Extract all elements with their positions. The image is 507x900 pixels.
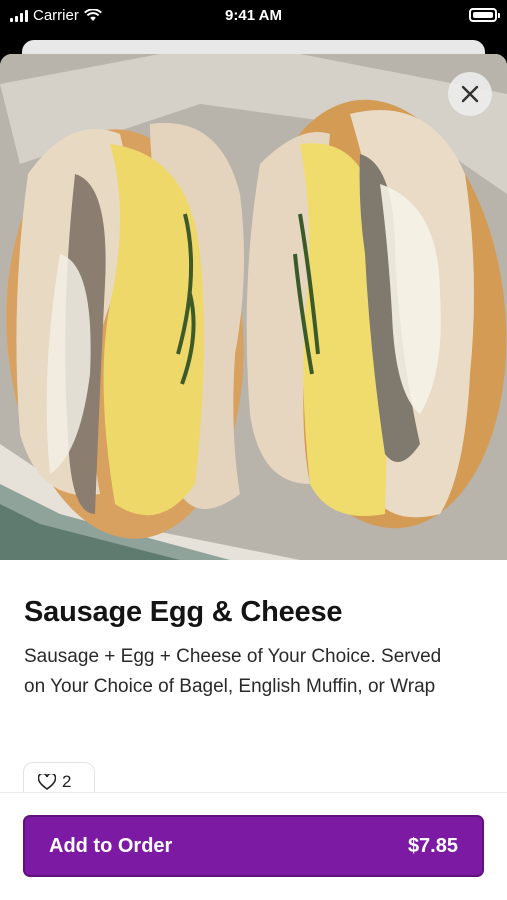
status-bar: Carrier 9:41 AM <box>0 0 507 34</box>
heart-icon <box>38 774 56 790</box>
item-photo <box>0 54 507 560</box>
battery-icon <box>469 8 500 22</box>
close-icon <box>461 85 479 103</box>
order-price: $7.85 <box>407 834 458 857</box>
add-to-order-label: Add to Order <box>49 834 173 857</box>
item-title: Sausage Egg & Cheese <box>24 596 343 628</box>
sandwich-photo-illustration <box>0 54 507 560</box>
like-count: 2 <box>62 772 72 791</box>
close-button[interactable] <box>448 72 492 116</box>
item-description: Sausage + Egg + Cheese of Your Choice. S… <box>24 646 442 697</box>
item-detail-sheet: Sausage Egg & Cheese Sausage + Egg + Che… <box>0 54 507 900</box>
status-time: 9:41 AM <box>225 7 282 24</box>
order-footer: Add to Order $7.85 <box>0 792 507 900</box>
add-to-order-button[interactable]: Add to Order $7.85 <box>23 815 484 877</box>
item-details: Sausage Egg & Cheese Sausage + Egg + Che… <box>0 560 507 702</box>
